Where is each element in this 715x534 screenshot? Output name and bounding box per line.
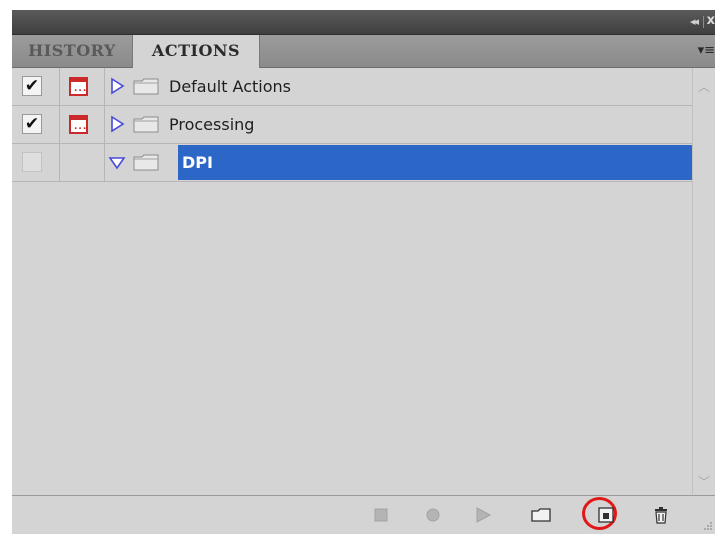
actions-list: ✔ ... Default Actions ✔ ... Processing D… — [12, 68, 692, 494]
collapse-to-icons-button[interactable]: ◂◂ — [690, 15, 699, 28]
folder-icon — [133, 154, 159, 171]
tab-bar: HISTORY ACTIONS ▾≡ — [12, 35, 715, 68]
toggle-item-checkbox[interactable]: ✔ — [22, 76, 42, 96]
toggle-item-cell[interactable]: ✔ — [12, 68, 60, 105]
toggle-dialog-cell[interactable]: ... — [60, 68, 105, 105]
folder-icon — [133, 116, 159, 133]
expand-triangle-icon[interactable] — [108, 77, 126, 95]
toggle-item-checkbox[interactable]: ✔ — [22, 114, 42, 134]
scroll-down-icon[interactable]: ﹀ — [698, 473, 710, 490]
scroll-up-icon[interactable]: ︿ — [698, 78, 710, 95]
selection-highlight — [178, 145, 692, 180]
create-new-set-icon[interactable] — [530, 506, 552, 524]
action-set-label: DPI — [182, 153, 213, 172]
play-selection-icon[interactable] — [472, 506, 494, 524]
close-panel-button[interactable]: x — [707, 13, 715, 28]
action-set-label: Processing — [169, 115, 255, 134]
collapse-triangle-icon[interactable] — [108, 153, 126, 171]
toggle-dialog-cell[interactable]: ... — [60, 106, 105, 143]
actions-panel: ◂◂ x HISTORY ACTIONS ▾≡ ✔ ... Default Ac… — [12, 10, 715, 534]
titlebar-divider — [703, 16, 704, 28]
resize-grip-icon[interactable] — [703, 521, 713, 531]
folder-icon — [133, 78, 159, 95]
dialog-toggle-icon[interactable]: ... — [69, 115, 88, 134]
tab-actions[interactable]: ACTIONS — [132, 35, 260, 68]
panel-titlebar[interactable]: ◂◂ x — [12, 10, 715, 35]
create-new-action-icon[interactable] — [595, 506, 617, 524]
stop-playing-icon[interactable] — [370, 506, 392, 524]
toggle-item-cell[interactable] — [12, 144, 60, 181]
toggle-dialog-cell[interactable] — [60, 144, 105, 181]
toggle-item-cell[interactable]: ✔ — [12, 106, 60, 143]
list-item[interactable]: DPI — [12, 144, 692, 182]
list-item[interactable]: ✔ ... Default Actions — [12, 68, 692, 106]
expand-triangle-icon[interactable] — [108, 115, 126, 133]
actions-toolbar — [12, 495, 715, 534]
begin-recording-icon[interactable] — [422, 506, 444, 524]
vertical-scrollbar[interactable]: ︿ ﹀ — [692, 68, 715, 494]
panel-menu-icon[interactable]: ▾≡ — [698, 43, 715, 58]
dialog-toggle-icon[interactable]: ... — [69, 77, 88, 96]
tab-history[interactable]: HISTORY — [14, 35, 130, 67]
toggle-item-checkbox[interactable] — [22, 152, 42, 172]
delete-icon[interactable] — [650, 506, 672, 524]
action-set-label: Default Actions — [169, 77, 291, 96]
list-item[interactable]: ✔ ... Processing — [12, 106, 692, 144]
